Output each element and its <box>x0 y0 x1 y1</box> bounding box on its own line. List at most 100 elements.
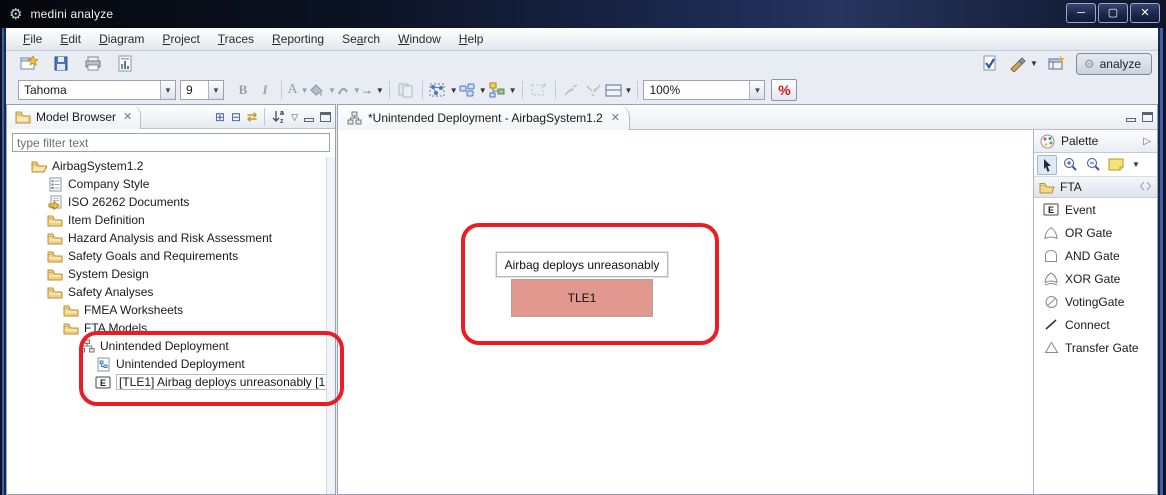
tree-item-fmea-worksheets[interactable]: FMEA Worksheets <box>7 301 326 319</box>
menu-diagram[interactable]: Diagram <box>90 29 153 49</box>
line-color-button[interactable]: ▼ <box>336 79 361 101</box>
zoom-out-tool[interactable] <box>1083 155 1103 175</box>
format-brush-button[interactable]: ▼ <box>1009 53 1038 75</box>
editor-tab-row: *Unintended Deployment - AirbagSystem1.2… <box>338 105 1157 130</box>
palette-item-label: OR Gate <box>1065 225 1113 240</box>
collapse-all-icon[interactable]: ⊟ <box>231 111 241 123</box>
save-button[interactable] <box>50 53 72 75</box>
line-style-button[interactable]: → ▼ <box>361 79 384 101</box>
note-tool-dropdown[interactable]: ▼ <box>1132 160 1140 169</box>
font-color-dropdown[interactable]: ▼ <box>301 86 309 95</box>
model-browser-close-icon[interactable]: ✕ <box>123 110 132 123</box>
new-wizard-button[interactable] <box>18 53 40 75</box>
format-brush-dropdown[interactable]: ▼ <box>1030 59 1038 68</box>
zoom-percent-button[interactable]: % <box>771 79 798 101</box>
align-shapes-button[interactable]: ▼ <box>458 79 487 101</box>
palette-item-label: AND Gate <box>1065 248 1120 263</box>
menu-search[interactable]: Search <box>333 29 389 49</box>
tree-item-label: Item Definition <box>68 213 145 227</box>
editor-tab-close-icon[interactable]: ✕ <box>611 111 620 124</box>
perspective-analyze-button[interactable]: ⚙ analyze <box>1075 52 1152 75</box>
sort-alphabetically-icon[interactable]: az <box>272 109 285 126</box>
zoom-in-tool[interactable] <box>1060 155 1080 175</box>
zoom-combo[interactable]: 100% ▼ <box>643 80 766 100</box>
report-button[interactable] <box>114 53 136 75</box>
palette-panel: Palette ▷ ▼ FTA E Event OR Gate AND Gate… <box>1033 130 1157 494</box>
maximize-editor-icon[interactable] <box>1142 112 1153 122</box>
tree-item-company-style[interactable]: Company Style <box>7 175 326 193</box>
tree-item-item-definition[interactable]: Item Definition <box>7 211 326 229</box>
menu-reporting[interactable]: Reporting <box>263 29 333 49</box>
folder-icon <box>63 303 79 318</box>
tree-item-iso-26262-documents[interactable]: ISO 26262 Documents <box>7 193 326 211</box>
drawer-pin-icon[interactable] <box>1139 180 1152 194</box>
palette-item-transfer-gate[interactable]: Transfer Gate <box>1034 336 1157 359</box>
menu-traces[interactable]: Traces <box>209 29 263 49</box>
palette-item-xor-gate[interactable]: XOR Gate <box>1034 267 1157 290</box>
tree-item-safety-analyses[interactable]: Safety Analyses <box>7 283 326 301</box>
tree-item-safety-goals-and-requirements[interactable]: Safety Goals and Requirements <box>7 247 326 265</box>
tree-item-airbagsystem1-2[interactable]: AirbagSystem1.2 <box>7 157 326 175</box>
tree-scrollbar[interactable] <box>326 157 335 494</box>
maximize-view-icon[interactable] <box>320 112 331 122</box>
layout-diagram-dropdown[interactable]: ▼ <box>509 86 517 95</box>
fta-drawer-header[interactable]: FTA <box>1034 177 1157 198</box>
link-with-editor-icon[interactable]: ⇄ <box>247 111 257 123</box>
palette-expand-icon[interactable]: ▷ <box>1143 136 1151 147</box>
split-link-button[interactable] <box>583 79 605 101</box>
line-color-dropdown[interactable]: ▼ <box>353 86 361 95</box>
select-elements-dropdown[interactable]: ▼ <box>450 86 458 95</box>
menu-project[interactable]: Project <box>153 29 208 49</box>
minimize-view-icon[interactable] <box>304 118 314 122</box>
copy-appearance-button[interactable] <box>395 79 417 101</box>
folder-open-icon <box>31 159 47 174</box>
open-perspective-button[interactable] <box>1046 53 1068 75</box>
validate-button[interactable] <box>979 53 1001 75</box>
select-elements-button[interactable]: ▼ <box>428 79 458 101</box>
layout-diagram-button[interactable]: ▼ <box>487 79 517 101</box>
select-tool[interactable] <box>1037 154 1057 175</box>
menu-edit[interactable]: Edit <box>51 29 90 49</box>
svg-text:a: a <box>280 110 284 117</box>
resize-selection-button[interactable] <box>528 79 550 101</box>
minimize-editor-icon[interactable] <box>1126 118 1136 122</box>
model-browser-view: Model Browser ✕ ⊞ ⊟ ⇄ az ▽ AirbagSystem1… <box>6 104 336 495</box>
model-browser-tab[interactable]: Model Browser ✕ <box>7 104 142 129</box>
folder-icon <box>47 213 63 228</box>
fill-color-button[interactable]: ▼ <box>309 79 336 101</box>
font-size-combo[interactable]: 9 ▼ <box>180 80 224 100</box>
palette-item-event[interactable]: E Event <box>1034 198 1157 221</box>
palette-header[interactable]: Palette ▷ <box>1034 130 1157 153</box>
folder-icon <box>47 267 63 282</box>
expand-all-icon[interactable]: ⊞ <box>215 111 225 123</box>
show-compartments-dropdown[interactable]: ▼ <box>625 86 633 95</box>
show-compartments-button[interactable]: ▼ <box>605 79 633 101</box>
minimize-button[interactable]: ─ <box>1066 3 1096 23</box>
close-button[interactable]: ✕ <box>1130 3 1160 23</box>
font-name-combo[interactable]: Tahoma ▼ <box>18 80 176 100</box>
fill-color-dropdown[interactable]: ▼ <box>328 86 336 95</box>
tree-item-hazard-analysis-and-risk-assessment[interactable]: Hazard Analysis and Risk Assessment <box>7 229 326 247</box>
note-tool[interactable] <box>1106 155 1126 175</box>
editor-tab[interactable]: *Unintended Deployment - AirbagSystem1.2… <box>338 105 631 130</box>
font-color-button[interactable]: A ▼ <box>287 79 309 101</box>
tree-filter-input[interactable] <box>12 133 330 152</box>
print-button[interactable] <box>82 53 104 75</box>
merge-link-button[interactable] <box>561 79 583 101</box>
menu-window[interactable]: Window <box>389 29 450 49</box>
align-shapes-dropdown[interactable]: ▼ <box>479 86 487 95</box>
tree-item-system-design[interactable]: System Design <box>7 265 326 283</box>
title-bar[interactable]: ⚙ medini analyze ─ ▢ ✕ <box>0 0 1166 28</box>
palette-item-votinggate[interactable]: VotingGate <box>1034 290 1157 313</box>
palette-item-and-gate[interactable]: AND Gate <box>1034 244 1157 267</box>
line-style-dropdown[interactable]: ▼ <box>376 86 384 95</box>
menu-help[interactable]: Help <box>450 29 493 49</box>
menu-bar: File Edit Diagram Project Traces Reporting Sea… <box>6 28 1158 51</box>
menu-file[interactable]: File <box>14 29 51 49</box>
italic-button[interactable]: I <box>254 79 276 101</box>
palette-item-or-gate[interactable]: OR Gate <box>1034 221 1157 244</box>
palette-item-connect[interactable]: Connect <box>1034 313 1157 336</box>
bold-button[interactable]: B <box>232 79 254 101</box>
view-menu-icon[interactable]: ▽ <box>291 112 298 123</box>
maximize-button[interactable]: ▢ <box>1098 3 1128 23</box>
